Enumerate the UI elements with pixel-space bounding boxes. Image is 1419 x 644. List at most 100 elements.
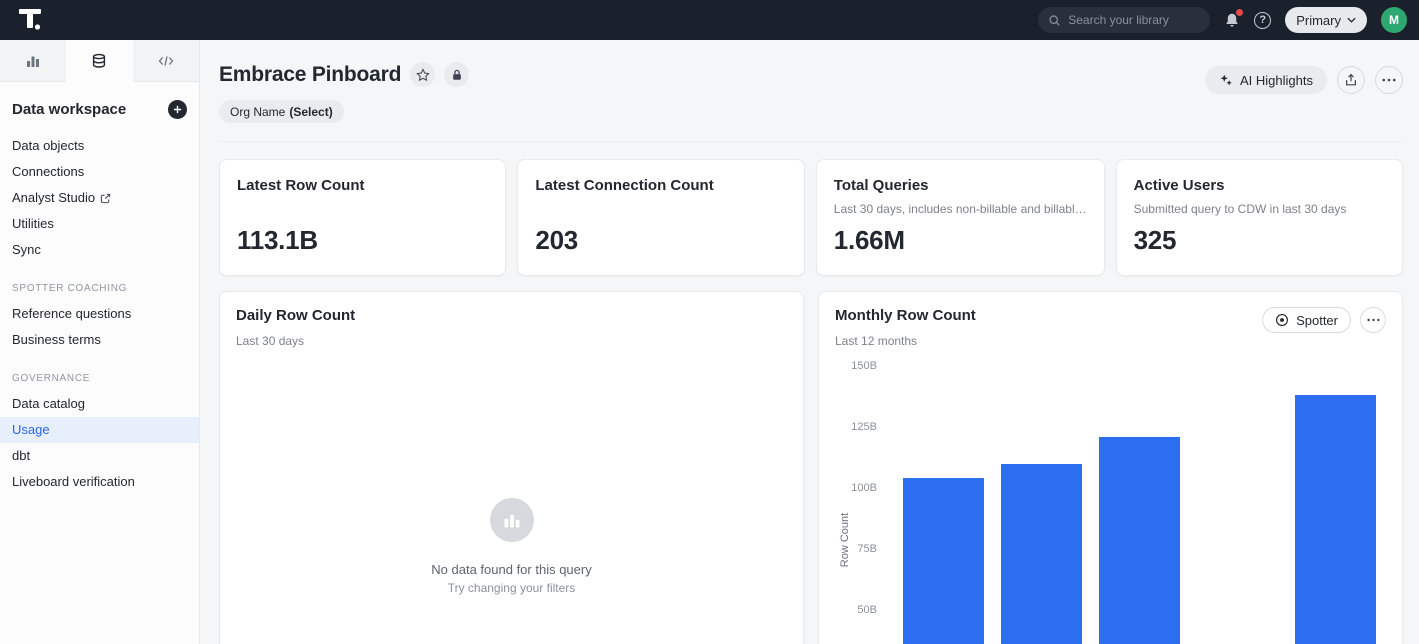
- sidebar-item-label: dbt: [12, 449, 30, 463]
- y-tick-label: 75B: [835, 542, 877, 556]
- sidebar-item-liveboard-verification[interactable]: Liveboard verification: [0, 469, 199, 495]
- sidebar-nav: Data objects Connections Analyst Studio: [0, 133, 199, 495]
- topbar-right: ? Primary M: [1038, 7, 1407, 33]
- tab-insights-charts[interactable]: [0, 40, 66, 82]
- sidebar: Data workspace Data objects Connections …: [0, 40, 200, 644]
- panel-daily-row-count: Daily Row Count Last 30 days No: [219, 291, 804, 644]
- chart-bar[interactable]: [1295, 395, 1376, 644]
- more-options-button[interactable]: [1375, 66, 1403, 94]
- notification-dot: [1236, 9, 1243, 16]
- ellipsis-icon: [1367, 318, 1380, 322]
- kpi-card-total-queries[interactable]: Total Queries Last 30 days, includes non…: [816, 159, 1105, 276]
- sidebar-item-dbt[interactable]: dbt: [0, 443, 199, 469]
- help-icon[interactable]: ?: [1254, 12, 1271, 29]
- sidebar-item-connections[interactable]: Connections: [0, 159, 199, 185]
- y-tick-label: 150B: [835, 359, 877, 373]
- page-header-actions: AI Highlights: [1205, 66, 1403, 94]
- sidebar-item-data-objects[interactable]: Data objects: [0, 133, 199, 159]
- sidebar-item-label: Liveboard verification: [12, 475, 135, 489]
- panel-subtitle: Last 12 months: [835, 334, 976, 348]
- workspace-header: Data workspace: [0, 82, 199, 133]
- chart-bar[interactable]: [1001, 464, 1082, 644]
- sidebar-item-label: Data catalog: [12, 397, 85, 411]
- ellipsis-icon: [1382, 78, 1396, 82]
- sidebar-item-reference-questions[interactable]: Reference questions: [0, 301, 199, 327]
- empty-state: No data found for this query Try changin…: [220, 498, 803, 595]
- panel-head-left: Daily Row Count Last 30 days: [236, 307, 355, 348]
- sidebar-item-usage[interactable]: Usage: [0, 417, 199, 443]
- empty-state-title: No data found for this query: [220, 562, 803, 577]
- y-tick-label: 50B: [835, 603, 877, 617]
- panel-controls: Spotter: [1262, 307, 1386, 333]
- title-row: Embrace Pinboard: [219, 62, 469, 87]
- kpi-title: Latest Connection Count: [535, 177, 786, 194]
- sidebar-item-data-catalog[interactable]: Data catalog: [0, 391, 199, 417]
- ai-highlights-button[interactable]: AI Highlights: [1205, 66, 1327, 94]
- search-icon: [1048, 14, 1061, 27]
- section-title-spotter-coaching: SPOTTER COACHING: [0, 263, 199, 301]
- chart-bar[interactable]: [1099, 437, 1180, 644]
- sidebar-tabs: [0, 40, 199, 82]
- panel-more-options-button[interactable]: [1360, 307, 1386, 333]
- sidebar-item-label: Data objects: [12, 139, 84, 153]
- empty-state-hint: Try changing your filters: [220, 581, 803, 595]
- kpi-title: Total Queries: [834, 177, 1087, 194]
- panel-title: Daily Row Count: [236, 307, 355, 324]
- sidebar-item-label: Utilities: [12, 217, 54, 231]
- sidebar-item-label: Reference questions: [12, 307, 131, 321]
- kpi-value: 113.1B: [237, 225, 488, 256]
- sidebar-item-business-terms[interactable]: Business terms: [0, 327, 199, 353]
- y-axis-title: Row Count: [839, 513, 851, 567]
- search-input[interactable]: [1068, 13, 1200, 27]
- spotter-button[interactable]: Spotter: [1262, 307, 1351, 333]
- topbar: ? Primary M: [0, 0, 1419, 40]
- tab-data-workspace[interactable]: [66, 40, 132, 82]
- share-button[interactable]: [1337, 66, 1365, 94]
- thoughtspot-logo-icon[interactable]: [16, 7, 46, 33]
- kpi-title: Latest Row Count: [237, 177, 488, 194]
- privacy-lock-button[interactable]: [444, 62, 469, 87]
- ai-highlights-label: AI Highlights: [1240, 73, 1313, 88]
- org-switcher-label: Primary: [1296, 13, 1341, 28]
- kpi-grid: Latest Row Count 113.1B Latest Connectio…: [219, 159, 1403, 276]
- monthly-chart-plot: Row Count 150B125B100B75B50B: [835, 366, 1386, 644]
- page-header: Embrace Pinboard: [219, 40, 1403, 142]
- kpi-value: 1.66M: [834, 225, 1087, 256]
- org-switcher-dropdown[interactable]: Primary: [1285, 7, 1367, 33]
- sidebar-item-label: Business terms: [12, 333, 101, 347]
- sidebar-item-utilities[interactable]: Utilities: [0, 211, 199, 237]
- spotter-label: Spotter: [1296, 313, 1338, 328]
- chart-bar[interactable]: [903, 478, 984, 644]
- y-tick-label: 125B: [835, 420, 877, 434]
- kpi-value: 203: [535, 225, 786, 256]
- panel-monthly-row-count: Monthly Row Count Last 12 months: [818, 291, 1403, 644]
- kpi-card-active-users[interactable]: Active Users Submitted query to CDW in l…: [1116, 159, 1403, 276]
- kpi-card-latest-row-count[interactable]: Latest Row Count 113.1B: [219, 159, 506, 276]
- sidebar-item-label: Connections: [12, 165, 84, 179]
- panel-grid: Daily Row Count Last 30 days No: [219, 291, 1403, 644]
- star-icon: [416, 68, 430, 82]
- sidebar-item-analyst-studio[interactable]: Analyst Studio: [0, 185, 199, 211]
- filter-chip-state: (Select): [289, 105, 332, 119]
- tab-developer-code[interactable]: [133, 40, 199, 82]
- chevron-down-icon: [1347, 17, 1356, 23]
- add-new-button[interactable]: [168, 100, 187, 119]
- external-link-icon: [100, 193, 111, 204]
- sidebar-item-sync[interactable]: Sync: [0, 237, 199, 263]
- app-root: ? Primary M: [0, 0, 1419, 644]
- kpi-subtitle: Last 30 days, includes non-billable and …: [834, 202, 1087, 216]
- kpi-value: 325: [1134, 225, 1385, 256]
- kpi-card-latest-connection-count[interactable]: Latest Connection Count 203: [517, 159, 804, 276]
- library-search[interactable]: [1038, 7, 1210, 33]
- workspace-title: Data workspace: [12, 101, 126, 118]
- sparkle-icon: [1219, 73, 1233, 87]
- sidebar-item-label: Sync: [12, 243, 41, 257]
- page-header-left: Embrace Pinboard: [219, 62, 469, 123]
- user-avatar[interactable]: M: [1381, 7, 1407, 33]
- y-tick-label: 100B: [835, 481, 877, 495]
- notifications-bell-icon[interactable]: [1224, 12, 1240, 28]
- favorite-star-button[interactable]: [410, 62, 435, 87]
- org-name-filter-chip[interactable]: Org Name (Select): [219, 100, 344, 123]
- filter-chip-name: Org Name: [230, 105, 285, 119]
- main-content: Embrace Pinboard: [200, 40, 1419, 644]
